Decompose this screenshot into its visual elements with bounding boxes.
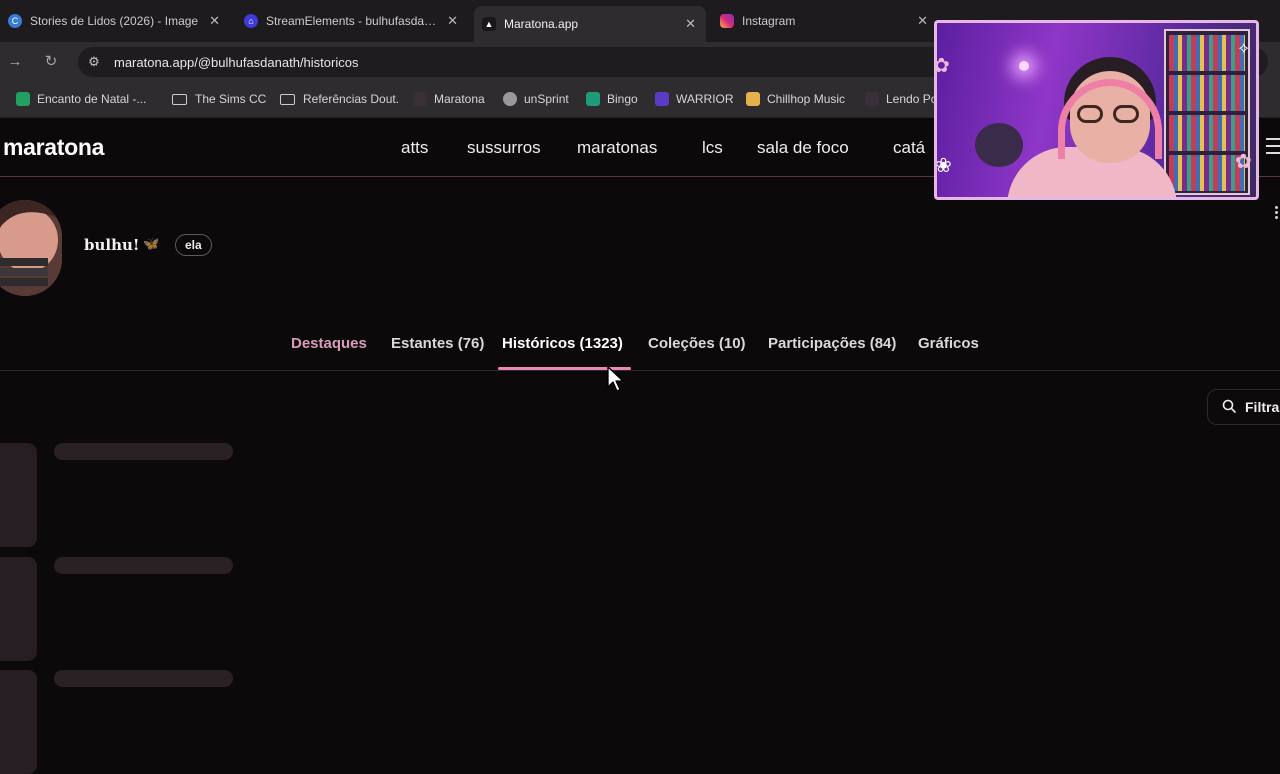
bookmark-label: Maratona xyxy=(434,92,485,106)
avatar[interactable] xyxy=(0,200,62,296)
plush-toy xyxy=(975,123,1023,167)
bookmark-label: Referências Dout. xyxy=(303,92,400,106)
tab-title: Stories de Lidos (2026) - Image xyxy=(30,14,199,28)
bookmark-label: Bingo xyxy=(607,92,638,106)
reload-icon[interactable]: ↻ xyxy=(41,52,61,72)
bookmark-sims-cc[interactable]: The Sims CC xyxy=(172,92,266,106)
skeleton-title xyxy=(54,670,233,687)
bookmark-referencias[interactable]: Referências Dout. xyxy=(280,92,399,106)
skeleton-cover xyxy=(0,557,37,661)
folder-icon xyxy=(172,93,187,105)
bookmark-label: Lendo Po xyxy=(886,92,938,106)
bookmark-maratona[interactable]: Maratona xyxy=(413,92,485,106)
streamelements-icon: ⌂ xyxy=(244,14,258,28)
avatar-photo xyxy=(0,200,62,296)
browser-tab-stories[interactable]: C Stories de Lidos (2026) - Image ✕ xyxy=(0,6,230,36)
skeleton-title xyxy=(54,557,233,574)
forward-icon[interactable]: → xyxy=(5,52,25,72)
skeleton-cover xyxy=(0,670,37,774)
close-icon[interactable]: ✕ xyxy=(917,13,928,29)
skeleton-cover xyxy=(0,443,37,547)
flower-outline-icon: ❀ xyxy=(935,155,952,177)
flower-icon: ✿ xyxy=(1235,151,1252,173)
pronoun-badge: ela xyxy=(175,234,212,256)
url-text: maratona.app/@bulhufasdanath/historicos xyxy=(114,55,359,70)
tab-participacoes[interactable]: Participações (84) xyxy=(768,335,896,352)
search-icon xyxy=(1222,399,1236,413)
warrior-icon xyxy=(655,92,669,106)
profile-username: bulhu! xyxy=(84,236,140,254)
bookmark-encanto[interactable]: Encanto de Natal -... xyxy=(16,92,146,106)
glasses xyxy=(1077,105,1143,123)
green-doc-icon xyxy=(16,92,30,106)
close-icon[interactable]: ✕ xyxy=(447,13,458,29)
bookmark-label: Encanto de Natal -... xyxy=(37,92,147,106)
browser-tab-streamelements[interactable]: ⌂ StreamElements - bulhufasdanath ✕ xyxy=(236,6,468,36)
tab-colecoes[interactable]: Coleções (10) xyxy=(648,335,746,352)
nav-catalogo[interactable]: catá xyxy=(893,138,925,158)
more-options-icon[interactable] xyxy=(1266,206,1280,234)
sparkle-icon: ✧ xyxy=(1237,41,1251,58)
nav-lcs[interactable]: lcs xyxy=(702,138,723,158)
instagram-icon xyxy=(720,14,734,28)
nav-sala-de-foco[interactable]: sala de foco xyxy=(757,138,849,158)
bookmark-bingo[interactable]: Bingo xyxy=(586,92,638,106)
site-settings-icon[interactable]: ⚙ xyxy=(86,54,102,70)
bookmark-warrior[interactable]: WARRIOR xyxy=(655,92,734,106)
bookmark-label: unSprint xyxy=(524,92,569,106)
folder-icon xyxy=(280,93,295,105)
tab-historicos[interactable]: Históricos (1323) xyxy=(502,335,623,352)
nav-atts[interactable]: atts xyxy=(401,138,428,158)
skeleton-title xyxy=(54,443,233,460)
menu-icon[interactable] xyxy=(1266,138,1280,154)
browser-tab-instagram[interactable]: Instagram ✕ xyxy=(712,6,938,36)
bookmark-label: The Sims CC xyxy=(195,92,267,106)
globe-icon xyxy=(503,92,517,106)
bookmark-chillhop[interactable]: Chillhop Music xyxy=(746,92,845,106)
close-icon[interactable]: ✕ xyxy=(685,16,696,32)
close-icon[interactable]: ✕ xyxy=(209,13,220,29)
nav-sussurros[interactable]: sussurros xyxy=(467,138,541,158)
filter-button[interactable]: Filtra xyxy=(1207,389,1280,425)
tab-title: Instagram xyxy=(742,14,796,28)
lamp xyxy=(1019,61,1029,71)
tab-title: Maratona.app xyxy=(504,17,579,31)
bookmark-unsprint[interactable]: unSprint xyxy=(503,92,569,106)
flower-icon: ✿ xyxy=(934,55,950,77)
maratona-icon xyxy=(865,92,879,106)
browser-tab-maratona[interactable]: ▲ Maratona.app ✕ xyxy=(474,6,706,42)
tab-graficos[interactable]: Gráficos xyxy=(918,335,979,352)
bookmark-label: WARRIOR xyxy=(676,92,734,106)
webcam-overlay: ✿ ❀ ✿ ✧ xyxy=(934,20,1259,200)
filter-label: Filtra xyxy=(1245,399,1280,415)
bingo-icon xyxy=(586,92,600,106)
maratona-icon xyxy=(413,92,427,106)
bookmark-label: Chillhop Music xyxy=(767,92,846,106)
bookmark-lendo[interactable]: Lendo Po xyxy=(865,92,937,106)
cloud-image-icon: C xyxy=(8,14,22,28)
site-logo[interactable]: maratona xyxy=(3,134,104,161)
nav-maratonas[interactable]: maratonas xyxy=(577,138,657,158)
butterfly-icon: 🦋 xyxy=(143,236,160,251)
chillhop-icon xyxy=(746,92,760,106)
tab-estantes[interactable]: Estantes (76) xyxy=(391,335,484,352)
profile-tabs: Destaques Estantes (76) Históricos (1323… xyxy=(0,322,1280,371)
mouse-cursor-icon xyxy=(607,366,624,392)
tab-destaques[interactable]: Destaques xyxy=(291,335,367,352)
tab-title: StreamElements - bulhufasdanath xyxy=(266,14,440,28)
maratona-icon: ▲ xyxy=(482,17,496,31)
